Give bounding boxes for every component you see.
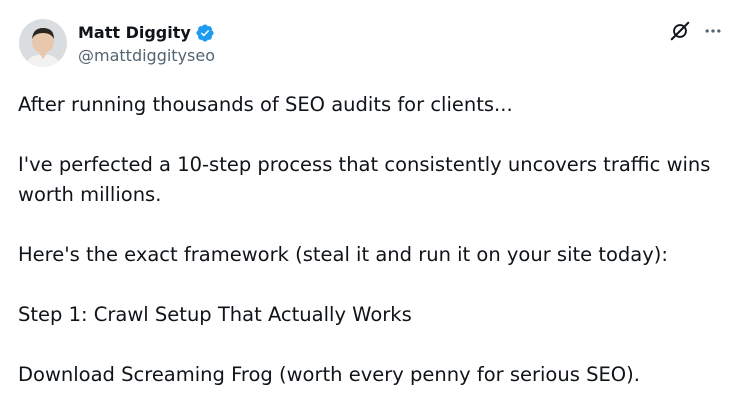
avatar-image bbox=[19, 19, 67, 67]
tweet-paragraph: Step 1: Crawl Setup That Actually Works bbox=[18, 303, 412, 326]
avatar[interactable] bbox=[19, 19, 67, 67]
tweet: Matt Diggity @mattdiggityseo After runni… bbox=[0, 0, 742, 401]
grok-button[interactable] bbox=[668, 21, 692, 45]
tweet-paragraph: Here's the exact framework (steal it and… bbox=[18, 243, 668, 266]
more-options-icon bbox=[703, 21, 723, 45]
author-handle[interactable]: @mattdiggityseo bbox=[78, 46, 215, 65]
tweet-paragraph: After running thousands of SEO audits fo… bbox=[18, 93, 513, 116]
tweet-text: After running thousands of SEO audits fo… bbox=[18, 90, 730, 390]
grok-icon bbox=[669, 20, 691, 46]
author-name[interactable]: Matt Diggity bbox=[78, 23, 191, 42]
more-options-button[interactable] bbox=[701, 21, 725, 45]
tweet-paragraph: Download Screaming Frog (worth every pen… bbox=[18, 363, 640, 386]
tweet-paragraph: I've perfected a 10-step process that co… bbox=[18, 153, 711, 206]
verified-badge-icon bbox=[195, 23, 215, 43]
author-row: Matt Diggity bbox=[78, 20, 215, 44]
